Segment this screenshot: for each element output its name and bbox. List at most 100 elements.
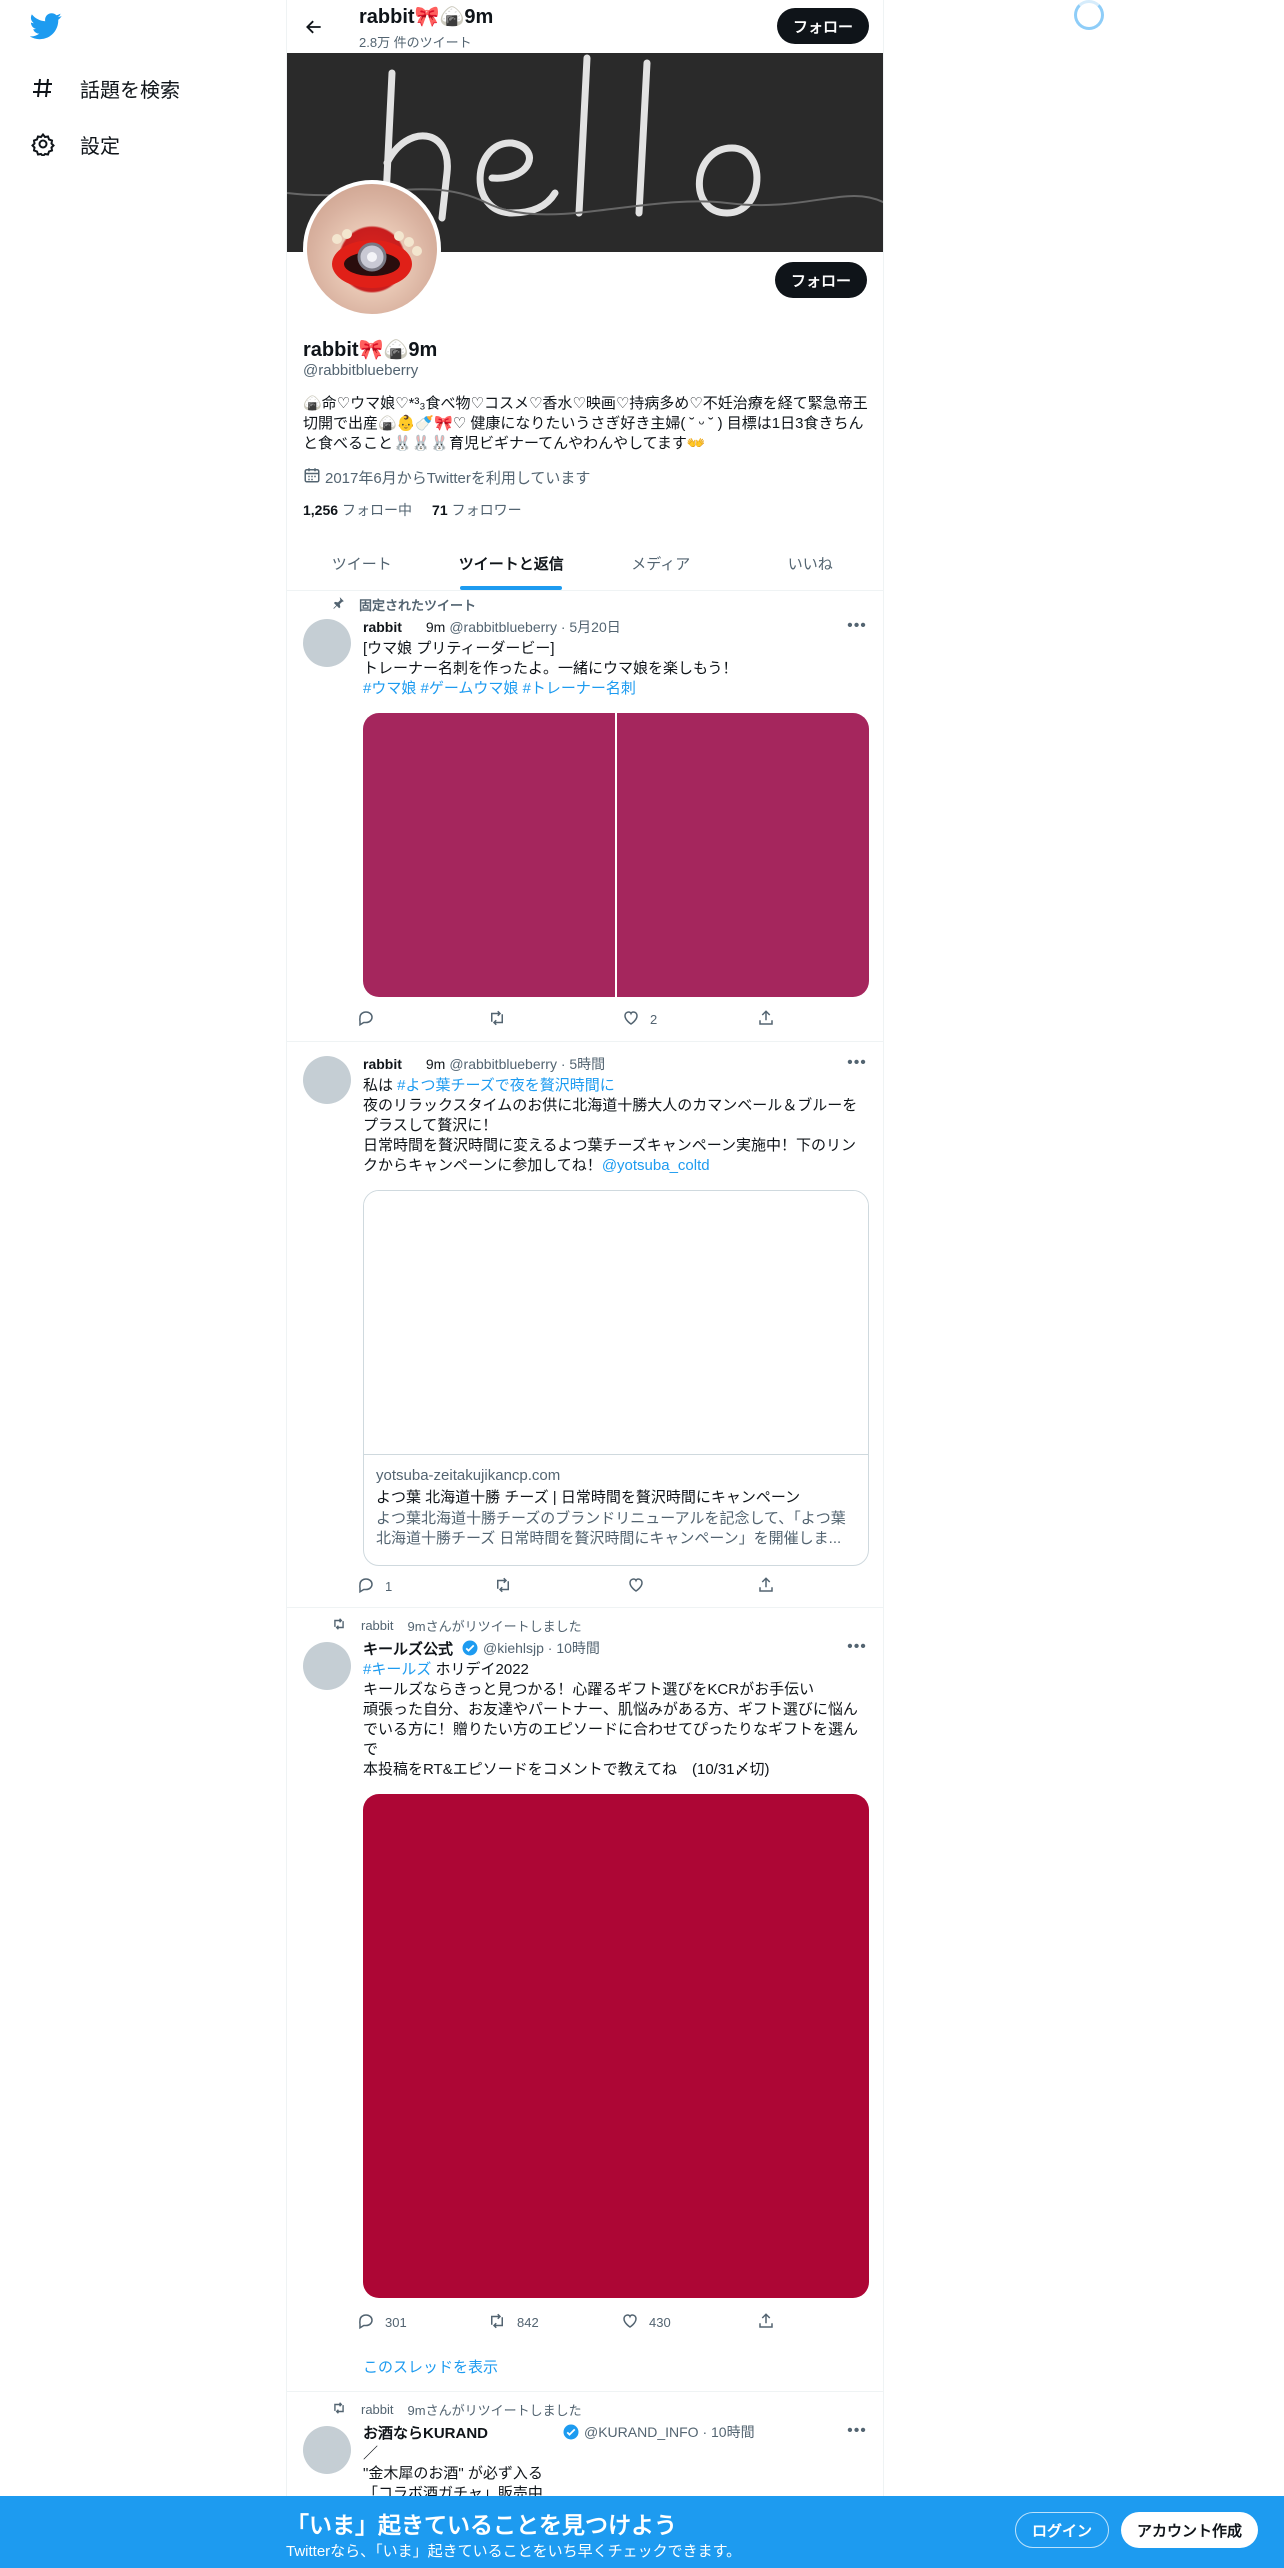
- heart-icon: [622, 1009, 640, 1030]
- retweet-button[interactable]: [487, 1009, 517, 1030]
- tweet-item[interactable]: rabbit 9mさんがリツイートしました キールズ公式 @kiehlsjp ·…: [287, 1608, 883, 2392]
- tweet-line: 私は #よつ葉チーズで夜を贅沢時間に: [363, 1076, 863, 1096]
- tweet-line: ／: [363, 2445, 379, 2462]
- signup-prompt-bar: 「いま」起きていることを見つけよう Twitterなら、「いま」起きていることを…: [0, 2496, 1284, 2568]
- twitter-logo-icon[interactable]: [29, 10, 70, 50]
- tweet-line: 日常時間を贅沢時間に変えるよつ葉チーズキャンペーン実施中！下のリンクからキャンペ…: [363, 1136, 863, 1176]
- profile-handle: @rabbitblueberry: [303, 362, 419, 379]
- reply-button[interactable]: 301: [357, 2312, 407, 2333]
- tweet-line-prefix: 私は: [363, 1077, 398, 1094]
- tab-media[interactable]: メディア: [586, 537, 736, 590]
- nav-settings-label: 設定: [80, 135, 120, 158]
- tweet-author-avatar[interactable]: [303, 1056, 351, 1104]
- back-arrow-icon[interactable]: [297, 10, 331, 44]
- tweet-author-avatar[interactable]: [303, 1642, 351, 1690]
- tweet-item[interactable]: 固定されたツイート rabbit 9m @rabbitblueberry · 5…: [287, 591, 883, 1042]
- more-options-icon[interactable]: •••: [845, 2422, 869, 2442]
- nav-settings[interactable]: 設定: [30, 122, 120, 166]
- pinned-context: 固定されたツイート: [331, 595, 476, 613]
- share-icon: [757, 1009, 775, 1030]
- tweet-text: ／ "金木犀のお酒" が必ず入る 「コラボ酒ガチャ」販売中: [363, 2444, 863, 2504]
- retweet-context: rabbit 9mさんがリツイートしました: [331, 1616, 582, 1634]
- tweet-meta: rabbit 9m @rabbitblueberry · 5月20日: [363, 617, 869, 637]
- reply-button[interactable]: [357, 1009, 385, 1030]
- more-options-icon[interactable]: •••: [845, 617, 869, 637]
- tweet-line: キールズならきっと見つかる！心躍るギフト選びをKCRがお手伝い: [363, 1681, 815, 1698]
- profile-name: rabbit🎀🍙9m: [303, 339, 438, 361]
- tweet-line: #キールズ ホリデイ2022: [363, 1660, 869, 1680]
- following-label: フォロー中: [342, 502, 413, 518]
- tweet-hashtag-link[interactable]: #キールズ: [363, 1661, 431, 1678]
- like-button[interactable]: 2: [622, 1009, 657, 1030]
- tweet-text: [ウマ娘 プリティーダービー] トレーナー名刺を作ったよ。一緒にウマ娘を楽しもう…: [363, 639, 863, 699]
- tweet-author-avatar[interactable]: [303, 619, 351, 667]
- tab-tweets[interactable]: ツイート: [287, 537, 437, 590]
- tab-tweets-and-replies[interactable]: ツイートと返信: [437, 537, 587, 590]
- tweet-author-name-suffix: 9m: [425, 1056, 446, 1072]
- signup-prompt-title: 「いま」起きていることを見つけよう: [286, 2512, 677, 2538]
- profile-joined-date: 2017年6月からTwitterを利用しています: [303, 466, 590, 488]
- followers-link[interactable]: 71 フォロワー: [432, 500, 522, 520]
- login-button[interactable]: ログイン: [1015, 2512, 1110, 2548]
- media-image-left[interactable]: [363, 713, 615, 997]
- show-thread-link[interactable]: このスレッドを表示: [363, 2356, 498, 2377]
- tweet-author-name[interactable]: rabbit: [363, 1056, 402, 1072]
- share-button[interactable]: [757, 1009, 775, 1030]
- more-options-icon[interactable]: •••: [845, 1054, 869, 1074]
- heart-icon: [627, 1576, 645, 1597]
- tweet-author-avatar[interactable]: [303, 2426, 351, 2474]
- retweet-button[interactable]: 842: [487, 2312, 539, 2333]
- retweeter-name[interactable]: rabbit: [361, 2402, 394, 2417]
- nav-explore[interactable]: 話題を検索: [30, 66, 180, 110]
- tweet-author-name[interactable]: キールズ公式: [363, 1638, 453, 1659]
- header-tweet-count: 2.8万 件のツイート: [359, 35, 472, 50]
- tweet-handle-time[interactable]: @rabbitblueberry · 5月20日: [449, 617, 620, 637]
- following-link[interactable]: 1,256 フォロー中: [303, 500, 412, 520]
- tweet-hashtags[interactable]: #ウマ娘 #ゲームウマ娘 #トレーナー名刺: [363, 679, 863, 699]
- tweet-handle-time[interactable]: @rabbitblueberry · 5時間: [449, 1054, 605, 1074]
- tweet-author-name[interactable]: rabbit: [363, 619, 402, 635]
- share-icon: [757, 1576, 775, 1597]
- profile-stats: 1,256 フォロー中 71 フォロワー: [303, 500, 522, 520]
- link-card[interactable]: yotsuba-zeitakujikancp.com よつ葉 北海道十勝 チーズ…: [363, 1190, 869, 1566]
- heart-icon: [621, 2312, 639, 2333]
- link-card-image[interactable]: [364, 1191, 868, 1455]
- share-button[interactable]: [757, 2312, 775, 2333]
- retweet-icon: [487, 2312, 507, 2333]
- tweet-media-image[interactable]: [363, 1794, 869, 2298]
- share-icon: [757, 2312, 775, 2333]
- like-count: 2: [650, 1012, 658, 1027]
- pin-icon: [331, 596, 345, 613]
- tweet-media[interactable]: [363, 713, 869, 997]
- signup-button[interactable]: アカウント作成: [1121, 2512, 1259, 2548]
- link-card-description: よつ葉北海道十勝チーズのブランドリニューアルを記念して、「よつ葉 北海道十勝チー…: [376, 1510, 846, 1547]
- more-options-icon[interactable]: •••: [845, 1638, 869, 1658]
- followers-count: 71: [432, 502, 448, 518]
- tweet-line: トレーナー名刺を作ったよ。一緒にウマ娘を楽しもう！: [363, 660, 738, 677]
- tweet-handle-time[interactable]: @kiehlsjp · 10時間: [483, 1638, 600, 1658]
- reply-button[interactable]: 1: [357, 1576, 392, 1597]
- header-follow-button[interactable]: フォロー: [776, 8, 869, 44]
- calendar-icon: [303, 466, 321, 488]
- reply-count: 301: [385, 2315, 407, 2330]
- tweet-hashtag-link[interactable]: #よつ葉チーズで夜を贅沢時間に: [397, 1077, 615, 1094]
- header-profile-name: rabbit🎀🍙9m: [359, 6, 494, 28]
- retweet-button[interactable]: [493, 1576, 523, 1597]
- like-button[interactable]: [627, 1576, 655, 1597]
- share-button[interactable]: [757, 1576, 775, 1597]
- retweet-count: 842: [517, 2315, 539, 2330]
- reply-count: 1: [385, 1579, 393, 1594]
- tab-likes[interactable]: いいね: [736, 537, 884, 590]
- like-button[interactable]: 430: [621, 2312, 671, 2333]
- followers-label: フォロワー: [451, 502, 522, 518]
- media-image-right[interactable]: [617, 713, 869, 997]
- profile-follow-button[interactable]: フォロー: [774, 262, 867, 298]
- tweet-author-name[interactable]: お酒ならKURAND: [363, 2422, 488, 2443]
- tweet-line: 本投稿をRT&エピソードをコメントで教えてね (10/31〆切): [363, 1761, 770, 1778]
- profile-avatar[interactable]: [303, 180, 441, 318]
- following-count: 1,256: [303, 502, 339, 518]
- tweet-handle-time[interactable]: @KURAND_INFO · 10時間: [584, 2422, 755, 2442]
- tweet-mention-link[interactable]: @yotsuba_coltd: [602, 1157, 710, 1174]
- tweet-item[interactable]: rabbit 9m @rabbitblueberry · 5時間 ••• 私は …: [287, 1042, 883, 1608]
- retweeter-name[interactable]: rabbit: [361, 1618, 394, 1633]
